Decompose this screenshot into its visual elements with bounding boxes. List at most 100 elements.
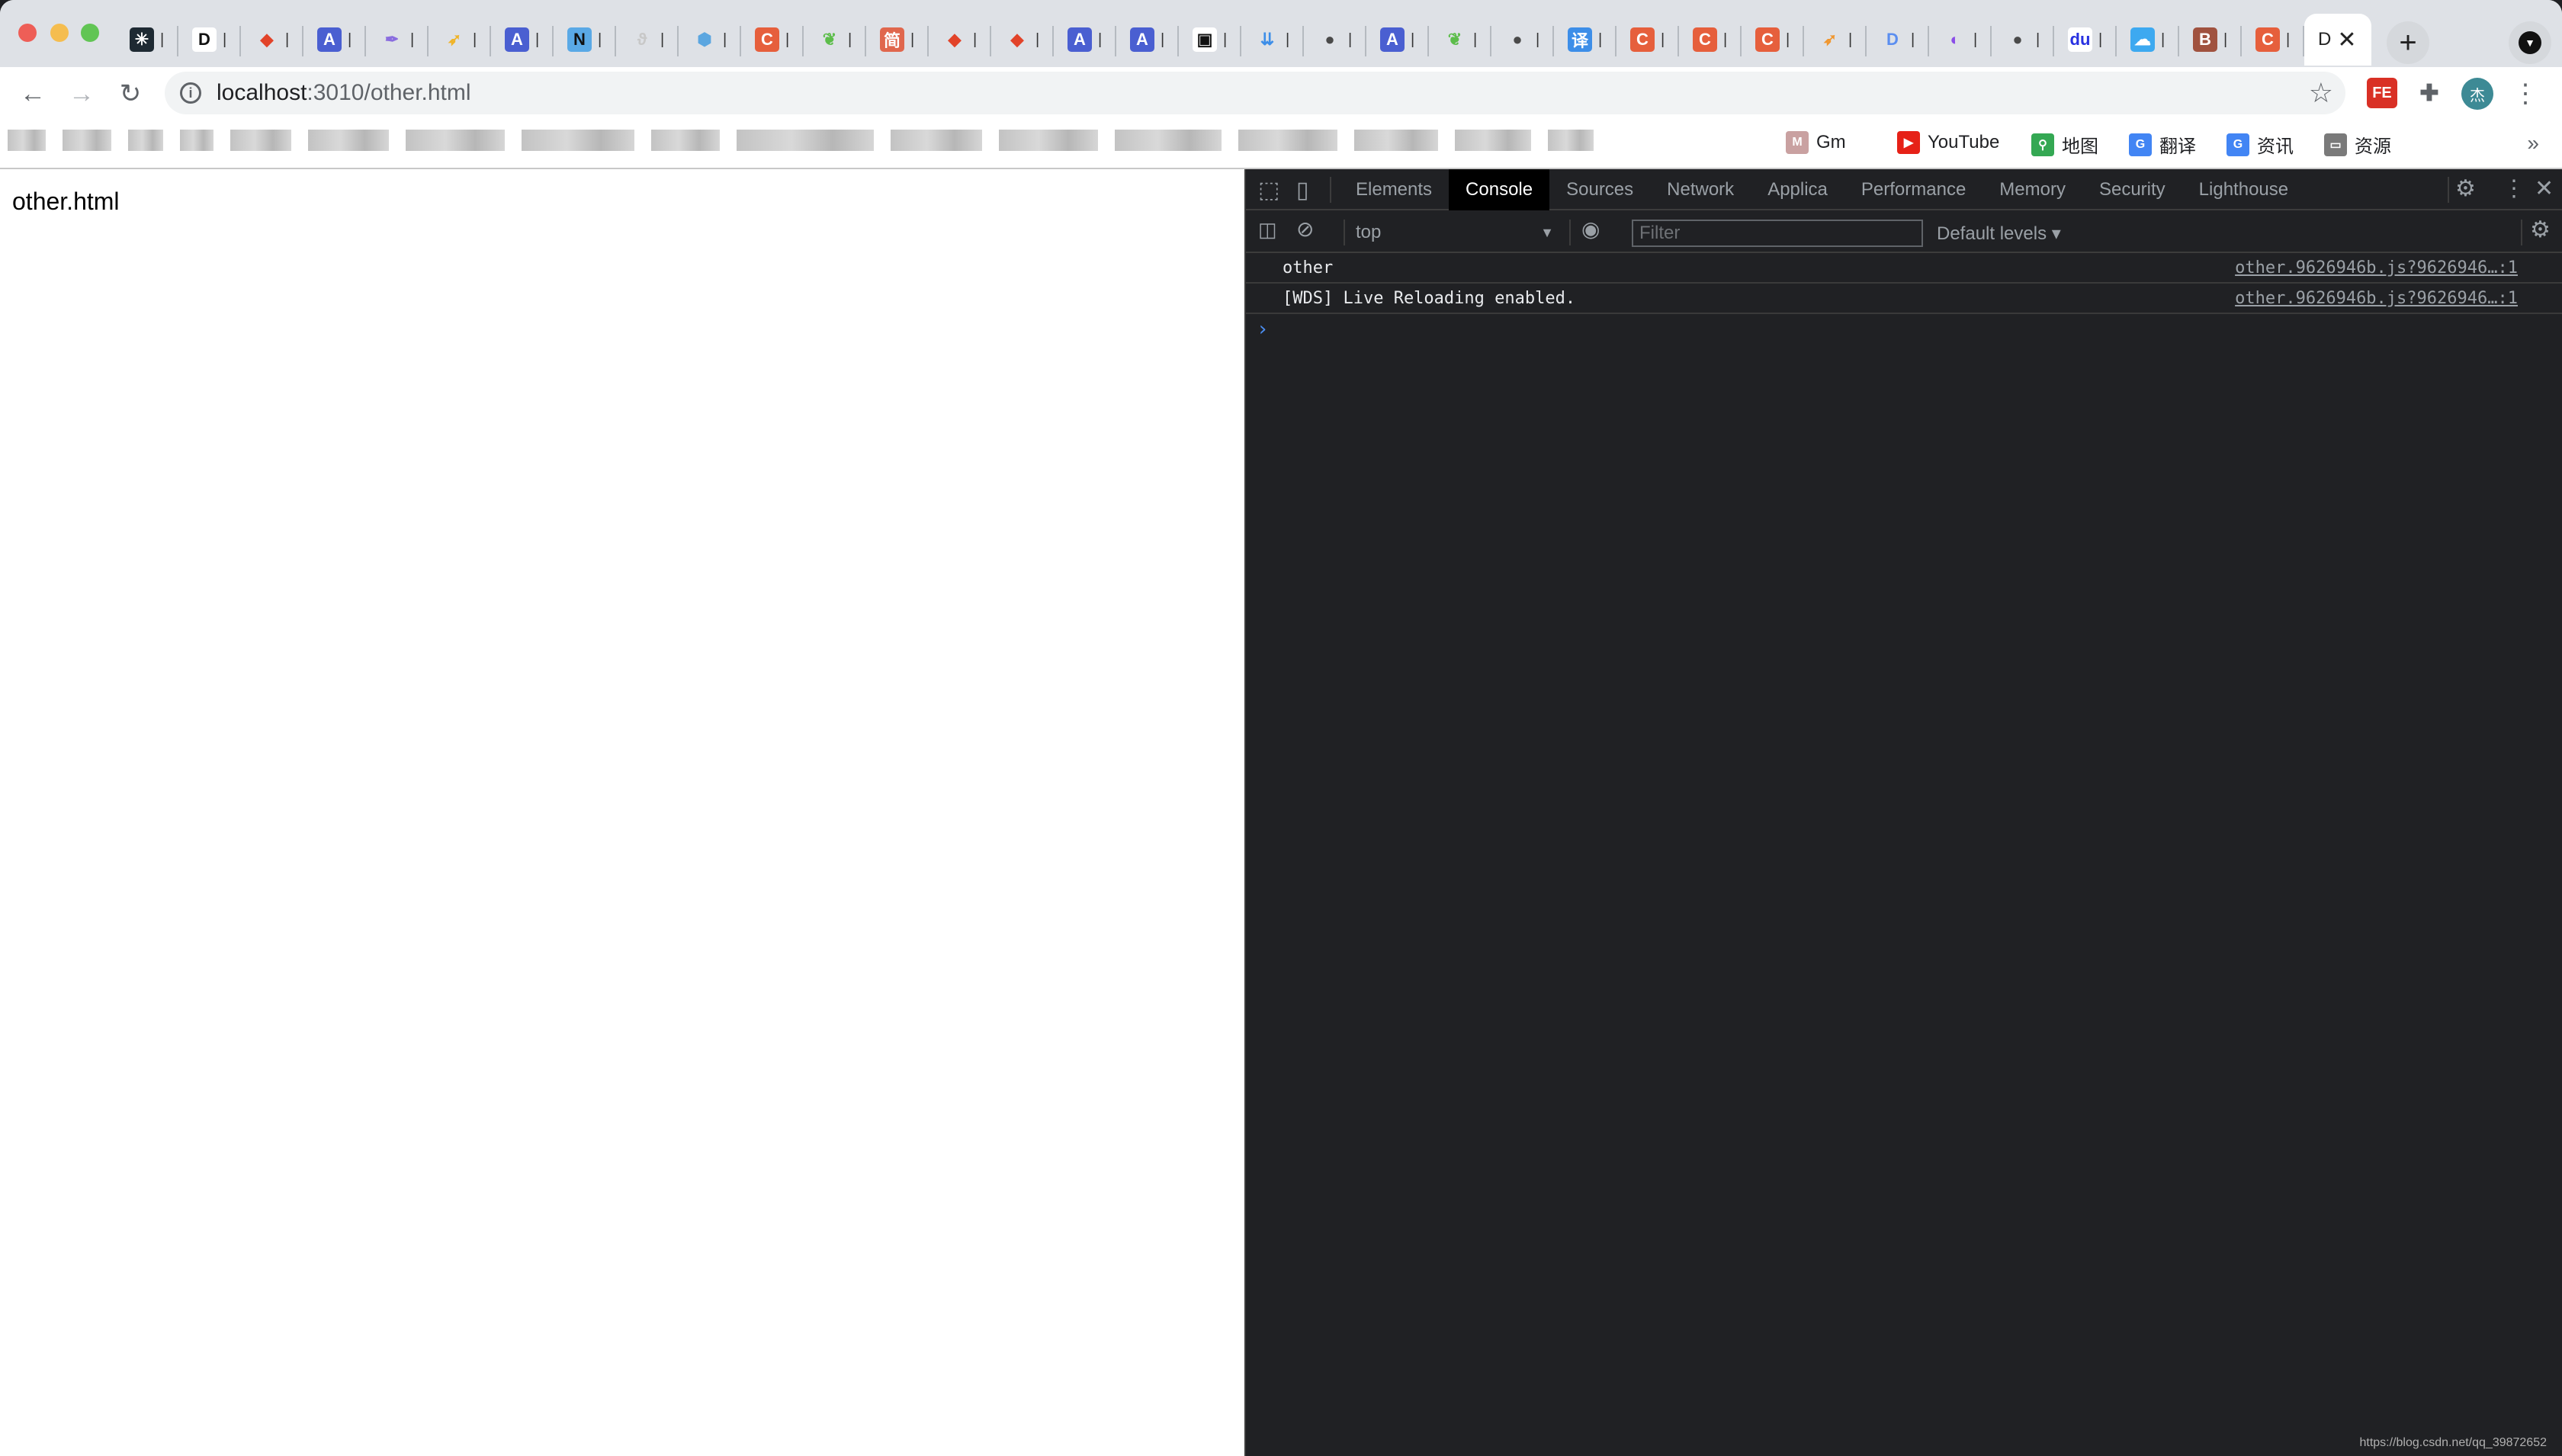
tab-search-button[interactable]: ▼ <box>2509 21 2551 64</box>
bookmark-blurred[interactable] <box>1115 130 1222 151</box>
bookmark-blurred[interactable] <box>522 130 634 151</box>
browser-tab[interactable]: ϑ | <box>616 14 679 66</box>
devtools-tab-memory[interactable]: Memory <box>1982 169 2082 210</box>
bookmark-star-icon[interactable]: ☆ <box>2309 77 2333 109</box>
window-close-button[interactable] <box>18 24 37 42</box>
bookmarks-overflow-button[interactable]: » <box>2527 131 2539 156</box>
profile-avatar[interactable]: 杰 <box>2461 78 2493 110</box>
browser-tab[interactable]: ☁ | <box>2117 14 2179 66</box>
bookmark-gmail[interactable]: M Gm <box>1786 131 1846 154</box>
browser-tab[interactable]: C | <box>1679 14 1742 66</box>
browser-tab[interactable]: D | <box>178 14 241 66</box>
devtools-tab-sources[interactable]: Sources <box>1549 169 1650 210</box>
console-source-link[interactable]: other.9626946b.js?9626946…:1 <box>2235 289 2518 308</box>
bookmark-blurred[interactable] <box>128 130 163 151</box>
log-levels-dropdown[interactable]: Default levels ▾ <box>1937 220 2061 247</box>
console-prompt[interactable]: › <box>1246 314 2562 345</box>
bookmark-news[interactable]: G 资讯 <box>2226 131 2294 158</box>
bookmark-blurred[interactable] <box>1354 130 1438 151</box>
bookmark-blurred[interactable] <box>651 130 720 151</box>
fe-helper-extension[interactable]: FE <box>2367 78 2397 108</box>
close-tab-icon[interactable]: ✕ <box>2337 27 2356 53</box>
url-text[interactable]: localhost:3010/other.html <box>217 80 471 106</box>
extensions-puzzle-icon[interactable]: ✚ <box>2414 78 2445 108</box>
inspect-element-icon[interactable]: ⬚ <box>1258 177 1279 204</box>
bookmark-blurred[interactable] <box>8 130 46 151</box>
devtools-tab-console[interactable]: Console <box>1449 169 1550 210</box>
browser-tab[interactable]: du | <box>2054 14 2117 66</box>
browser-tab[interactable]: ✒ | <box>366 14 429 66</box>
bookmark-blurred[interactable] <box>999 130 1098 151</box>
browser-tab[interactable]: ❦ | <box>1429 14 1491 66</box>
browser-tab[interactable]: C | <box>1616 14 1679 66</box>
window-minimize-button[interactable] <box>50 24 69 42</box>
devtools-tab-applica[interactable]: Applica <box>1751 169 1844 210</box>
browser-tab[interactable]: C | <box>1742 14 1804 66</box>
browser-tab[interactable]: ◐ | <box>1929 14 1992 66</box>
browser-menu-button[interactable]: ⋮ <box>2512 78 2538 110</box>
info-icon[interactable]: i <box>180 82 201 104</box>
bookmark-blurred[interactable] <box>891 130 982 151</box>
sidebar-toggle-icon[interactable]: ◫ <box>1258 218 1277 242</box>
browser-tab[interactable]: D | <box>1867 14 1929 66</box>
browser-tab[interactable]: ➶ | <box>429 14 491 66</box>
browser-tab[interactable]: ✳ | <box>116 14 178 66</box>
browser-tab[interactable]: 译 | <box>1554 14 1616 66</box>
device-toolbar-icon[interactable]: ▯ <box>1296 177 1309 204</box>
bookmark-blurred[interactable] <box>406 130 505 151</box>
reload-button[interactable]: ↻ <box>113 76 148 111</box>
bookmark-blurred[interactable] <box>180 130 214 151</box>
browser-tab[interactable]: 简 | <box>866 14 929 66</box>
browser-tab[interactable]: B | <box>2179 14 2242 66</box>
bookmark-blurred[interactable] <box>1455 130 1531 151</box>
bookmark-blurred[interactable] <box>1238 130 1337 151</box>
bookmark-blurred[interactable] <box>737 130 874 151</box>
browser-tab[interactable]: ➶ | <box>1804 14 1867 66</box>
back-button[interactable]: ← <box>15 76 50 111</box>
browser-tab[interactable]: ● | <box>1304 14 1366 66</box>
bookmark-blurred[interactable] <box>63 130 111 151</box>
browser-tab[interactable]: A | <box>1054 14 1116 66</box>
devtools-tab-elements[interactable]: Elements <box>1339 169 1449 210</box>
console-filter-input[interactable] <box>1632 220 1923 247</box>
window-maximize-button[interactable] <box>81 24 99 42</box>
browser-tab[interactable]: ▣ | <box>1179 14 1241 66</box>
settings-gear-icon[interactable]: ⚙ <box>2455 175 2476 202</box>
browser-tab[interactable]: ◆ | <box>991 14 1054 66</box>
browser-tab[interactable]: ❦ | <box>804 14 866 66</box>
bookmark-maps[interactable]: ⚲ 地图 <box>2031 131 2098 158</box>
browser-tab[interactable]: ● | <box>1491 14 1554 66</box>
live-expression-eye-icon[interactable]: ◉ <box>1581 216 1600 242</box>
browser-tab[interactable]: C | <box>741 14 804 66</box>
console-settings-gear-icon[interactable]: ⚙ <box>2530 216 2551 243</box>
execution-context-select[interactable]: top ▼ <box>1356 220 1554 245</box>
bookmark-folder-resources[interactable]: ▭ 资源 <box>2324 131 2391 158</box>
browser-tab[interactable]: ◆ | <box>929 14 991 66</box>
bookmark-blurred[interactable] <box>308 130 389 151</box>
browser-tab[interactable]: N | <box>554 14 616 66</box>
clear-console-icon[interactable]: ⊘ <box>1296 216 1314 242</box>
bookmark-blurred[interactable] <box>230 130 291 151</box>
devtools-tab-lighthouse[interactable]: Lighthouse <box>2182 169 2305 210</box>
devtools-tab-network[interactable]: Network <box>1650 169 1751 210</box>
browser-tab[interactable]: A | <box>491 14 554 66</box>
close-devtools-icon[interactable]: ✕ <box>2535 175 2554 202</box>
bookmark-youtube[interactable]: ▶ YouTube <box>1897 131 1999 154</box>
browser-tab[interactable]: ● | <box>1992 14 2054 66</box>
active-browser-tab[interactable]: D ✕ <box>2304 14 2371 66</box>
browser-tab[interactable]: ⇊ | <box>1241 14 1304 66</box>
browser-tab[interactable]: A | <box>1366 14 1429 66</box>
devtools-tab-performance[interactable]: Performance <box>1844 169 1982 210</box>
kebab-menu-icon[interactable]: ⋮ <box>2503 175 2525 202</box>
address-bar[interactable]: i localhost:3010/other.html ☆ <box>165 72 2345 114</box>
browser-tab[interactable]: A | <box>1116 14 1179 66</box>
new-tab-button[interactable]: + <box>2387 21 2429 64</box>
devtools-tab-security[interactable]: Security <box>2082 169 2182 210</box>
browser-tab[interactable]: ⬢ | <box>679 14 741 66</box>
bookmark-translate[interactable]: G 翻译 <box>2129 131 2196 158</box>
forward-button[interactable]: → <box>64 76 99 111</box>
bookmark-blurred[interactable] <box>1548 130 1594 151</box>
browser-tab[interactable]: C | <box>2242 14 2304 66</box>
browser-tab[interactable]: A | <box>303 14 366 66</box>
console-source-link[interactable]: other.9626946b.js?9626946…:1 <box>2235 258 2518 277</box>
